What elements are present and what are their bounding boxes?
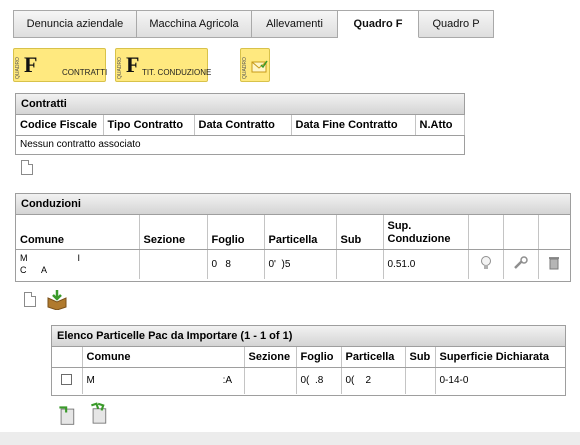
column-header-data-contratto[interactable]: Data Contratto <box>194 115 292 136</box>
cell-foglio: 0( .8 <box>296 367 342 394</box>
contratti-panel: Contratti Codice Fiscale Tipo Contratto … <box>15 93 465 155</box>
table-row[interactable]: M I C A 0 8 0' )5 0.51.0 <box>16 249 570 279</box>
lightbulb-icon[interactable] <box>480 255 492 271</box>
cell-comune-line2: C A <box>20 265 48 276</box>
cell-sezione <box>139 249 208 279</box>
table-row[interactable]: M :A 0( .8 0( 2 0-14-0 <box>52 367 565 394</box>
cell-lightbulb <box>468 249 504 279</box>
cell-sub <box>405 367 436 394</box>
new-document-icon[interactable] <box>24 292 36 307</box>
wrench-icon[interactable] <box>513 256 529 270</box>
column-header-action-2 <box>503 215 539 250</box>
envelope-check-icon <box>251 60 268 73</box>
contratti-table: Codice Fiscale Tipo Contratto Data Contr… <box>16 115 465 136</box>
cell-superficie: 0.51.0 <box>383 249 469 279</box>
cell-wrench <box>503 249 539 279</box>
quadro-strip-label: QUADRO <box>117 57 123 79</box>
column-header-particella[interactable]: Particella <box>264 215 337 250</box>
contratti-title: Contratti <box>16 94 464 115</box>
new-document-icon[interactable] <box>21 160 33 175</box>
empty-message: Nessun contratto associato <box>20 138 141 150</box>
row-checkbox[interactable] <box>61 373 73 385</box>
tab-quadro-p[interactable]: Quadro P <box>419 10 494 38</box>
column-header-particella[interactable]: Particella <box>341 347 406 368</box>
quadro-conduzione-label: TIT. CONDUZIONE <box>142 68 212 77</box>
column-header-sup-conduzione[interactable]: Sup. Conduzione <box>383 215 469 250</box>
column-header-foglio[interactable]: Foglio <box>207 215 265 250</box>
quadro-contratti-label: CONTRATTI <box>62 68 108 77</box>
column-header-sub[interactable]: Sub <box>336 215 384 250</box>
cell-particella: 0( 2 <box>341 367 406 394</box>
trash-icon[interactable] <box>548 256 560 270</box>
tab-macchina-agricola[interactable]: Macchina Agricola <box>137 10 252 38</box>
cell-comune: M :A <box>82 367 245 394</box>
cell-particella: 0' )5 <box>264 249 337 279</box>
column-header-sub[interactable]: Sub <box>405 347 436 368</box>
particelle-pac-table: Comune Sezione Foglio Particella Sub Sup… <box>52 347 565 394</box>
column-header-sezione[interactable]: Sezione <box>244 347 297 368</box>
quadro-envelope-button[interactable]: QUADRO <box>240 48 270 82</box>
cell-foglio: 0 8 <box>207 249 265 279</box>
column-header-sezione[interactable]: Sezione <box>139 215 208 250</box>
quadro-f-contratti-button[interactable]: QUADRO F CONTRATTI <box>13 48 108 82</box>
conduzioni-title: Conduzioni <box>16 194 570 215</box>
cell-comune: M I C A <box>16 249 140 279</box>
cell-trash <box>538 249 570 279</box>
tab-bar: Denuncia aziendale Macchina Agricola All… <box>13 10 494 38</box>
quadro-strip-label: QUADRO <box>242 57 248 79</box>
column-header-tipo-contratto[interactable]: Tipo Contratto <box>103 115 195 136</box>
column-header-superficie-dichiarata[interactable]: Superficie Dichiarata <box>435 347 565 368</box>
tab-allevamenti[interactable]: Allevamenti <box>252 10 338 38</box>
column-header-codice-fiscale[interactable]: Codice Fiscale <box>16 115 104 136</box>
import-box-icon[interactable] <box>46 288 68 310</box>
column-header-select <box>52 347 83 368</box>
particelle-pac-panel: Elenco Particelle Pac da Importare (1 - … <box>51 325 566 396</box>
column-header-n-atto[interactable]: N.Atto <box>415 115 465 136</box>
cell-comune-line1: M I <box>20 253 81 264</box>
column-header-action-1 <box>468 215 504 250</box>
conduzioni-table: Comune Sezione Foglio Particella Sub Sup… <box>16 215 570 279</box>
tab-denuncia-aziendale[interactable]: Denuncia aziendale <box>13 10 137 38</box>
column-header-data-fine-contratto[interactable]: Data Fine Contratto <box>291 115 416 136</box>
column-header-comune[interactable]: Comune <box>82 347 245 368</box>
quadro-strip-label: QUADRO <box>15 57 21 79</box>
import-selected-icon[interactable] <box>56 404 78 426</box>
quadro-letter: F <box>126 52 140 77</box>
footer-strip <box>0 432 580 445</box>
tab-quadro-f[interactable]: Quadro F <box>338 10 419 38</box>
import-all-icon[interactable] <box>88 402 110 424</box>
conduzioni-panel: Conduzioni Comune Sezione Foglio Partice… <box>15 193 571 282</box>
column-header-action-3 <box>538 215 570 250</box>
cell-sezione <box>244 367 297 394</box>
quadro-letter: F <box>24 52 38 77</box>
column-header-comune[interactable]: Comune <box>16 215 140 250</box>
quadro-f-conduzione-button[interactable]: QUADRO F TIT. CONDUZIONE <box>115 48 212 82</box>
cell-sub <box>336 249 384 279</box>
particelle-pac-title: Elenco Particelle Pac da Importare (1 - … <box>52 326 565 347</box>
cell-checkbox <box>52 367 83 394</box>
column-header-foglio[interactable]: Foglio <box>296 347 342 368</box>
cell-superficie-dichiarata: 0-14-0 <box>439 375 469 387</box>
